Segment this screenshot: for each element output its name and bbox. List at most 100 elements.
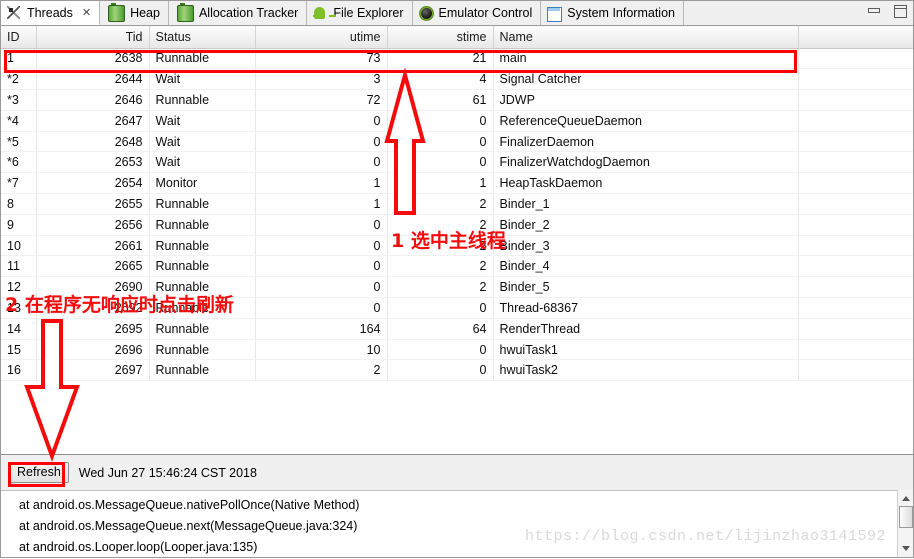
table-row[interactable]: *4 2647 Wait 0 0 ReferenceQueueDaemon — [1, 110, 913, 132]
column-header-utime[interactable]: utime — [255, 26, 388, 49]
cell-filler — [798, 359, 913, 382]
cell-id: *6 — [1, 151, 37, 174]
column-header-status[interactable]: Status — [149, 26, 256, 49]
cell-stime: 2 — [387, 193, 494, 215]
tab-emulator-control-label: Emulator Control — [438, 6, 533, 20]
cell-stime: 2 — [387, 235, 494, 257]
column-header-id[interactable]: ID — [1, 26, 37, 49]
scrollbar-thumb[interactable] — [899, 506, 913, 528]
window-icon — [547, 6, 563, 22]
table-row[interactable]: 14 2695 Runnable 164 64 RenderThread — [1, 318, 913, 340]
cell-filler — [798, 276, 913, 299]
column-header-stime[interactable]: stime — [387, 26, 494, 49]
cell-id: *7 — [1, 172, 37, 195]
tab-heap[interactable]: Heap — [100, 1, 169, 25]
cell-status: Runnable — [149, 214, 256, 236]
cell-id: *5 — [1, 131, 37, 153]
cell-id: *2 — [1, 68, 37, 91]
cell-tid: 2656 — [36, 214, 150, 236]
tab-system-information[interactable]: System Information — [541, 1, 684, 25]
table-header: ID Tid Status utime stime Name — [1, 26, 913, 49]
cell-utime: 0 — [255, 214, 388, 236]
cell-name: Thread-68367 — [493, 297, 799, 319]
cell-filler — [798, 193, 913, 215]
cell-stime: 0 — [387, 131, 494, 153]
cell-id: 1 — [1, 48, 37, 70]
table-row[interactable]: *3 2646 Runnable 72 61 JDWP — [1, 89, 913, 111]
tab-threads-label: Threads — [27, 5, 73, 20]
cell-filler — [798, 214, 913, 236]
cell-stime: 0 — [387, 110, 494, 132]
tab-allocation-tracker[interactable]: Allocation Tracker — [168, 1, 308, 25]
cell-name: Signal Catcher — [493, 68, 799, 91]
cell-stime: 0 — [387, 339, 494, 361]
cell-utime: 1 — [255, 193, 388, 215]
table-row[interactable]: 13 2692 Runnable 0 0 Thread-68367 — [1, 297, 913, 319]
cell-status: Runnable — [149, 359, 256, 382]
cell-name: hwuiTask2 — [493, 359, 799, 382]
stack-trace-scrollbar[interactable] — [897, 490, 913, 557]
cell-tid: 2695 — [36, 318, 150, 340]
table-row[interactable]: 12 2690 Runnable 0 2 Binder_5 — [1, 276, 913, 299]
cell-status: Wait — [149, 131, 256, 153]
cell-tid: 2692 — [36, 297, 150, 319]
cell-utime: 2 — [255, 359, 388, 382]
close-icon[interactable]: ✕ — [82, 7, 91, 19]
cell-utime: 10 — [255, 339, 388, 361]
tab-file-explorer-label: File Explorer — [333, 6, 404, 20]
cell-status: Runnable — [149, 193, 256, 215]
cell-id: 10 — [1, 235, 37, 257]
table-row[interactable]: 11 2665 Runnable 0 2 Binder_4 — [1, 255, 913, 278]
threads-icon — [7, 5, 22, 20]
cell-filler — [798, 48, 913, 70]
cell-status: Runnable — [149, 48, 256, 70]
refresh-timestamp: Wed Jun 27 15:46:24 CST 2018 — [78, 465, 257, 480]
cell-utime: 73 — [255, 48, 388, 70]
cell-utime: 0 — [255, 110, 388, 132]
threads-table-container[interactable]: ID Tid Status utime stime Name 1 2638 Runn… — [1, 26, 913, 454]
table-row[interactable]: *6 2653 Wait 0 0 FinalizerWatchdogDaemon — [1, 151, 913, 174]
cell-tid: 2646 — [36, 89, 150, 111]
refresh-bar: Refresh Wed Jun 27 15:46:24 CST 2018 — [1, 454, 913, 490]
table-row[interactable]: 10 2661 Runnable 0 2 Binder_3 — [1, 235, 913, 257]
cell-status: Runnable — [149, 297, 256, 319]
tab-file-explorer[interactable]: File Explorer — [307, 1, 413, 25]
cell-name: Binder_5 — [493, 276, 799, 299]
heap-icon — [108, 3, 126, 22]
cell-stime: 2 — [387, 255, 494, 278]
column-header-tid[interactable]: Tid — [36, 26, 150, 49]
tab-emulator-control[interactable]: Emulator Control — [412, 1, 542, 25]
threads-table: ID Tid Status utime stime Name 1 2638 Runn… — [1, 26, 913, 382]
cell-tid: 2653 — [36, 151, 150, 174]
cell-id: 15 — [1, 339, 37, 361]
restore-icon[interactable] — [893, 5, 907, 18]
cell-utime: 0 — [255, 131, 388, 153]
column-header-name[interactable]: Name — [493, 26, 799, 49]
table-row[interactable]: 9 2656 Runnable 0 2 Binder_2 — [1, 214, 913, 236]
cell-status: Wait — [149, 68, 256, 91]
table-row[interactable]: *5 2648 Wait 0 0 FinalizerDaemon — [1, 131, 913, 153]
tab-bar: Threads ✕ Heap Allocation Tracker File E… — [1, 1, 913, 26]
cell-id: 9 — [1, 214, 37, 236]
cell-status: Wait — [149, 110, 256, 132]
table-row[interactable]: 8 2655 Runnable 1 2 Binder_1 — [1, 193, 913, 215]
cell-utime: 0 — [255, 151, 388, 174]
stack-trace-panel[interactable]: at android.os.MessageQueue.nativePollOnc… — [1, 490, 913, 557]
minimize-icon[interactable] — [867, 5, 881, 18]
refresh-button[interactable]: Refresh — [9, 462, 69, 483]
table-row[interactable]: 16 2697 Runnable 2 0 hwuiTask2 — [1, 359, 913, 382]
tab-threads[interactable]: Threads ✕ — [1, 1, 101, 25]
column-header-filler — [798, 26, 913, 49]
scroll-up-icon[interactable] — [900, 493, 912, 504]
cell-filler — [798, 318, 913, 340]
cell-utime: 0 — [255, 297, 388, 319]
table-row[interactable]: *7 2654 Monitor 1 1 HeapTaskDaemon — [1, 172, 913, 195]
table-row[interactable]: 1 2638 Runnable 73 21 main — [1, 48, 913, 70]
tab-allocation-tracker-label: Allocation Tracker — [198, 6, 299, 20]
android-icon — [313, 6, 328, 21]
table-row[interactable]: *2 2644 Wait 3 4 Signal Catcher — [1, 68, 913, 91]
cell-tid: 2690 — [36, 276, 150, 299]
table-row[interactable]: 15 2696 Runnable 10 0 hwuiTask1 — [1, 339, 913, 361]
cell-name: FinalizerDaemon — [493, 131, 799, 153]
scroll-down-icon[interactable] — [900, 543, 912, 554]
